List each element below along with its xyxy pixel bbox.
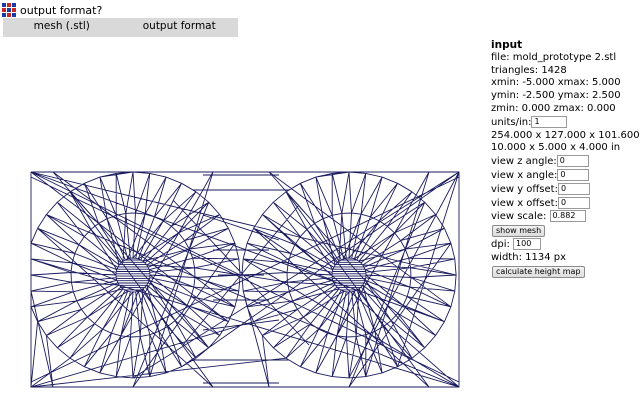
- dpi-row: dpi: 100: [491, 238, 639, 252]
- triangle-count: triangles: 1428: [491, 64, 567, 76]
- view-scale-row: view scale: 0.882: [491, 210, 639, 224]
- view-x-offset-input[interactable]: 0: [557, 196, 590, 209]
- view-z-label: view z angle:: [491, 156, 557, 168]
- width-readout: width: 1134 px: [491, 251, 567, 263]
- view-x-input[interactable]: 0: [557, 168, 590, 181]
- file-name: file: mold_prototype 2.stl: [491, 51, 617, 63]
- calculate-height-map-button[interactable]: calculate height map: [492, 265, 585, 278]
- view-x-offset-row: view x offset: 0: [491, 196, 639, 211]
- units-input[interactable]: 1: [531, 115, 568, 128]
- show-mesh-button[interactable]: show mesh: [492, 225, 546, 238]
- x-range: xmin: -5.000 xmax: 5.000: [491, 77, 621, 89]
- size-mm: 254.000 x 127.000 x 101.600 mm: [491, 129, 640, 141]
- view-scale-input[interactable]: 0.882: [549, 210, 586, 223]
- view-scale-label: view scale:: [491, 211, 547, 223]
- input-panel: input file: mold_prototype 2.stl triangl…: [491, 39, 640, 279]
- dpi-input[interactable]: 100: [513, 238, 542, 251]
- view-x-offset-label: view x offset:: [491, 197, 558, 209]
- panel-header: input: [491, 39, 523, 51]
- units-row: units/in: 1: [491, 115, 639, 130]
- mesh-wireframe: [30, 171, 460, 388]
- y-range: ymin: -2.500 ymax: 2.500: [491, 90, 621, 102]
- view-z-input[interactable]: 0: [556, 155, 589, 168]
- view-x-row: view x angle: 0: [491, 168, 639, 183]
- view-x-label: view x angle:: [491, 169, 558, 181]
- view-z-row: view z angle: 0: [491, 155, 639, 169]
- view-y-offset-row: view y offset: 0: [491, 182, 639, 197]
- view-y-offset-label: view y offset:: [491, 183, 558, 195]
- size-in: 10.000 x 5.000 x 4.000 in: [491, 142, 621, 154]
- view-y-offset-input[interactable]: 0: [557, 182, 590, 195]
- dpi-label: dpi:: [491, 239, 510, 251]
- units-label: units/in:: [491, 116, 532, 128]
- z-range: zmin: 0.000 zmax: 0.000: [491, 102, 616, 114]
